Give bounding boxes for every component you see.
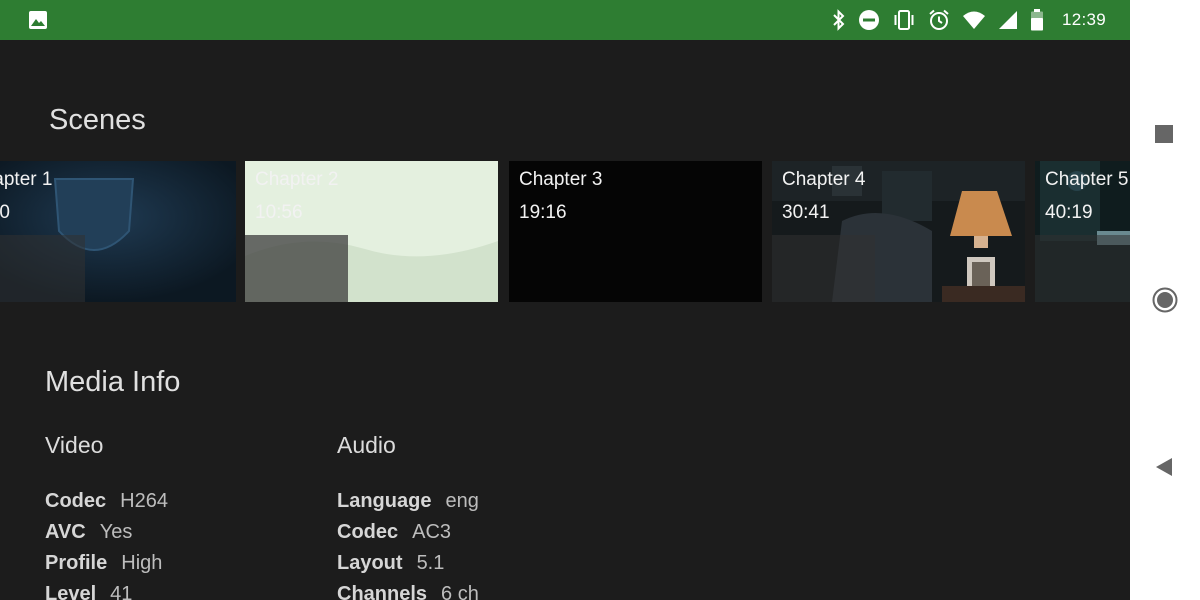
scene-chapter-time: 40:19 [1045,202,1093,223]
info-key: Layout [337,552,403,574]
home-circle-icon[interactable] [1152,287,1178,318]
scene-card-chapter-4[interactable]: Chapter 4 30:41 [772,161,1025,302]
scene-chapter-name: Chapter 3 [519,169,603,190]
back-triangle-icon[interactable] [1154,457,1174,482]
scene-card-chapter-3[interactable]: Chapter 3 19:16 [509,161,762,302]
do-not-disturb-icon [858,9,880,31]
info-value: AC3 [412,521,452,543]
recents-square-icon[interactable] [1154,124,1174,149]
info-value: High [121,552,163,574]
scenes-title: Scenes [49,104,146,136]
info-key: AVC [45,521,86,543]
audio-row-channels: Channels 6 ch [337,583,479,600]
vibrate-icon [892,9,916,31]
scene-label [245,235,348,302]
scene-label [772,235,875,302]
status-bar: 12:39 [0,0,1130,40]
navigation-bar [1130,0,1200,600]
info-key: Channels [337,583,428,600]
status-icons: 12:39 [832,0,1106,40]
main-content[interactable]: Scenes Chapter 1 0:00 [0,40,1130,600]
video-section-title: Video [45,432,104,458]
scene-chapter-name: Chapter 2 [255,169,339,190]
scenes-carousel[interactable]: Chapter 1 0:00 Chapter 2 10:56 Chapter 3 [0,161,1130,302]
info-key: Level [45,583,97,600]
audio-row-codec: Codec AC3 [337,521,451,544]
scene-chapter-time: 0:00 [0,202,10,223]
scene-card-chapter-1[interactable]: Chapter 1 0:00 [0,161,236,302]
clock: 12:39 [1061,10,1106,29]
battery-icon [1030,9,1044,31]
screen: 12:39 Scenes Chapter 1 0:00 [0,0,1200,600]
info-value: 5.1 [416,552,445,574]
video-row-codec: Codec H264 [45,490,168,513]
alarm-icon [928,9,950,31]
info-value: 41 [110,583,133,600]
info-key: Profile [45,552,108,574]
scene-card-chapter-2[interactable]: Chapter 2 10:56 [245,161,498,302]
info-key: Language [337,490,432,512]
video-row-profile: Profile High [45,552,162,575]
audio-row-layout: Layout 5.1 [337,552,444,575]
video-row-avc: AVC Yes [45,521,132,544]
scene-chapter-name: Chapter 5 [1045,169,1129,190]
info-value: 6 ch [441,583,479,600]
info-value: eng [445,490,479,512]
info-key: Codec [337,521,399,543]
audio-row-language: Language eng [337,490,479,513]
video-row-level: Level 41 [45,583,132,600]
scene-chapter-time: 19:16 [519,202,567,223]
bluetooth-icon [832,9,846,31]
scene-label [1035,235,1130,302]
signal-icon [998,10,1018,30]
scene-chapter-time: 10:56 [255,202,303,223]
scene-chapter-time: 30:41 [782,202,830,223]
media-info-title: Media Info [45,366,181,398]
info-key: Codec [45,490,107,512]
wifi-icon [962,10,986,30]
info-value: Yes [99,521,133,543]
scene-chapter-name: Chapter 4 [782,169,866,190]
image-icon [28,10,48,30]
audio-section-title: Audio [337,432,396,458]
info-value: H264 [120,490,168,512]
scene-label [0,235,85,302]
scene-card-chapter-5[interactable]: Chapter 5 40:19 [1035,161,1130,302]
scene-chapter-name: Chapter 1 [0,169,53,190]
